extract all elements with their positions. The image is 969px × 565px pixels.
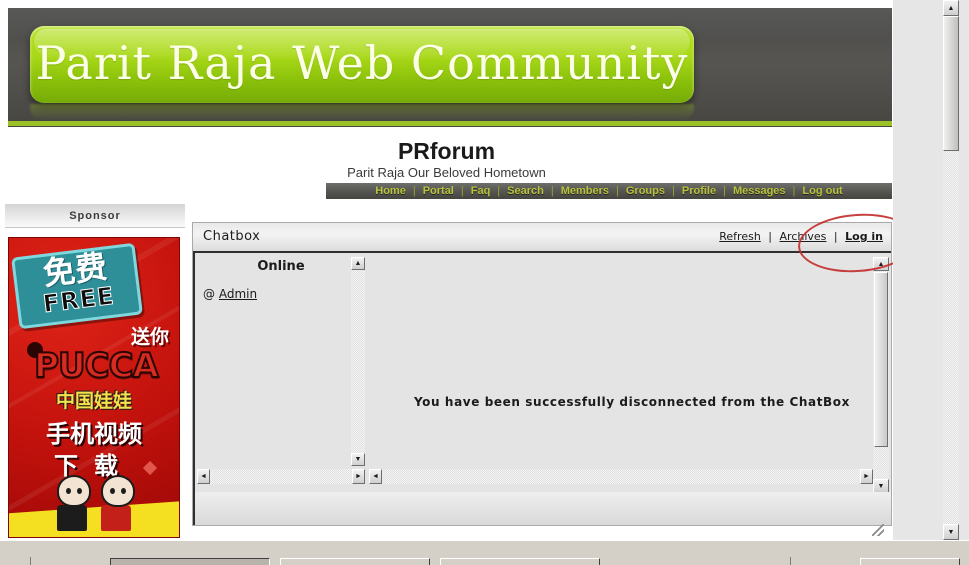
character-body: [57, 505, 87, 531]
page-title: PRforum: [397, 138, 496, 164]
ad-character-left: [57, 475, 91, 531]
banner-reflection: [30, 104, 694, 120]
taskbar-button[interactable]: [440, 558, 600, 565]
ad-tagline-chinese: 送你: [130, 326, 169, 348]
chatbox-horizontal-scrollbar[interactable]: ◄ ►: [369, 469, 873, 484]
chatbox-vertical-scrollbar[interactable]: ▲ ▼: [873, 257, 889, 493]
chatbox-message-area: You have been successfully disconnected …: [375, 253, 875, 468]
left-arrow-icon: ◄: [372, 473, 379, 480]
online-scroll-down-button[interactable]: ▼: [351, 453, 365, 466]
sponsor-column: Sponsor 免费 FREE 送你 PUCCA 中国娃娃 手机视频 下载: [5, 204, 185, 538]
down-arrow-icon: ▼: [877, 482, 885, 490]
chatbox-title: Chatbox: [203, 229, 261, 244]
character-head: [57, 475, 91, 507]
screenshot-root: ▲ ▼ Parit Raja Web Community PRforum Par…: [0, 0, 969, 565]
character-body: [101, 505, 131, 531]
nav-item-messages[interactable]: Messages: [726, 183, 793, 199]
taskbar-divider: [790, 557, 791, 565]
down-arrow-icon: ▼: [947, 528, 955, 536]
chatbox-scrollbar-thumb[interactable]: [874, 272, 888, 447]
nav-item-members[interactable]: Members: [554, 183, 616, 199]
nav-item-logout[interactable]: Log out: [795, 183, 849, 199]
link-separator: |: [768, 230, 773, 243]
browser-scroll-up-button[interactable]: ▲: [943, 0, 959, 16]
left-arrow-icon: ◄: [200, 473, 207, 480]
chatbox-actions[interactable]: Refresh | Archives | Log in: [719, 230, 883, 243]
chatbox-footer: [193, 492, 891, 525]
ad-free-badge: 免费 FREE: [11, 242, 143, 330]
taskbar: [0, 540, 969, 565]
taskbar-button[interactable]: [860, 558, 960, 565]
ad-line-2: 手机视频: [46, 420, 142, 448]
taskbar-divider: [30, 557, 31, 565]
nav-item-portal[interactable]: Portal: [416, 183, 461, 199]
chatbox-scroll-right-button[interactable]: ►: [860, 469, 873, 484]
browser-vertical-scrollbar[interactable]: ▲ ▼: [943, 0, 959, 540]
nav-item-home[interactable]: Home: [368, 183, 413, 199]
right-arrow-icon: ►: [863, 473, 870, 480]
online-user-link[interactable]: Admin: [219, 287, 257, 301]
banner-logo-plate: Parit Raja Web Community: [30, 26, 694, 103]
chatbox-online-list: Online @ Admin ▲ ▼: [195, 253, 367, 468]
right-arrow-icon: ►: [355, 473, 362, 480]
site-banner: Parit Raja Web Community: [8, 8, 892, 127]
browser-scroll-down-button[interactable]: ▼: [943, 524, 959, 540]
eye-icon: [121, 488, 126, 494]
chatbox-panel: Chatbox Refresh | Archives | Log in Onli…: [192, 222, 892, 526]
ad-brand-name: PUCCA: [33, 345, 160, 387]
chatbox-archives-link[interactable]: Archives: [780, 230, 827, 243]
ad-character-right: [101, 475, 135, 531]
online-scroll-up-button[interactable]: ▲: [351, 257, 365, 270]
ad-line-1: 中国娃娃: [55, 390, 132, 412]
chatbox-titlebar: Chatbox Refresh | Archives | Log in: [193, 223, 891, 253]
browser-scrollbar-thumb[interactable]: [943, 16, 959, 151]
page-tagline: Parit Raja Our Beloved Hometown: [347, 165, 546, 180]
chatbox-body: Online @ Admin ▲ ▼ You have been success…: [193, 253, 891, 493]
banner-green-stripe: [8, 121, 892, 126]
chatbox-scroll-down-button[interactable]: ▼: [873, 479, 889, 493]
main-navigation[interactable]: Home | Portal | Faq | Search | Members |…: [326, 183, 892, 199]
nav-item-profile[interactable]: Profile: [675, 183, 723, 199]
character-head: [101, 475, 135, 507]
online-scroll-left-button[interactable]: ◄: [197, 469, 210, 484]
online-user-prefix: @: [203, 287, 215, 301]
taskbar-button[interactable]: [110, 558, 270, 565]
chatbox-scroll-up-button[interactable]: ▲: [873, 257, 889, 271]
sponsor-header: Sponsor: [5, 204, 185, 228]
nav-item-faq[interactable]: Faq: [464, 183, 498, 199]
sponsor-banner-ad[interactable]: 免费 FREE 送你 PUCCA 中国娃娃 手机视频 下载: [8, 237, 180, 538]
up-arrow-icon: ▲: [947, 4, 955, 12]
chatbox-scroll-left-button[interactable]: ◄: [369, 469, 382, 484]
up-arrow-icon: ▲: [877, 260, 885, 268]
chatbox-login-link[interactable]: Log in: [845, 230, 883, 243]
chatbox-status-message: You have been successfully disconnected …: [413, 395, 850, 409]
chatbox-refresh-link[interactable]: Refresh: [719, 230, 761, 243]
online-heading: Online: [257, 259, 305, 274]
link-separator: |: [833, 230, 838, 243]
ad-yellow-base: [9, 500, 179, 537]
online-list-vertical-scrollbar[interactable]: ▲ ▼: [351, 257, 365, 466]
page-viewport: Parit Raja Web Community PRforum Parit R…: [0, 0, 893, 540]
down-arrow-icon: ▼: [354, 456, 362, 463]
eye-icon: [110, 488, 115, 494]
taskbar-button[interactable]: [280, 558, 430, 565]
nav-item-search[interactable]: Search: [500, 183, 551, 199]
eye-icon: [77, 488, 82, 494]
online-list-horizontal-scrollbar[interactable]: ◄ ►: [197, 469, 365, 484]
site-logo-text: Parit Raja Web Community: [35, 36, 689, 90]
up-arrow-icon: ▲: [354, 260, 362, 267]
eye-icon: [66, 488, 71, 494]
nav-item-groups[interactable]: Groups: [619, 183, 672, 199]
resize-grip-icon[interactable]: [872, 524, 884, 536]
online-scroll-right-button[interactable]: ►: [352, 469, 365, 484]
online-user-entry: @ Admin: [203, 287, 257, 301]
